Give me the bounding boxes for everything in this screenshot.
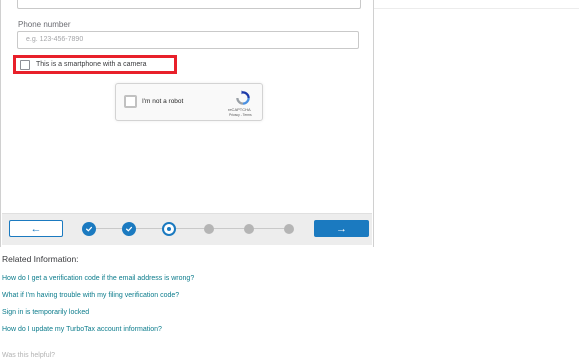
previous-field[interactable] <box>17 0 361 9</box>
recaptcha-label: I'm not a robot <box>142 98 184 105</box>
wizard-navigation: ← → <box>2 213 372 245</box>
recaptcha-brand: reCAPTCHA <box>228 107 251 112</box>
smartphone-checkbox-row[interactable]: This is a smartphone with a camera <box>13 55 177 74</box>
arrow-left-icon: ← <box>30 222 42 235</box>
step-1-complete <box>82 222 96 236</box>
related-link-wrong-email[interactable]: How do I get a verification code if the … <box>2 275 194 282</box>
step-4-pending <box>204 224 214 234</box>
related-link-sign-in-locked[interactable]: Sign in is temporarily locked <box>2 309 89 316</box>
step-6-pending <box>284 224 294 234</box>
arrow-right-icon: → <box>336 222 347 235</box>
step-3-current <box>162 222 176 236</box>
recaptcha-widget: I'm not a robot reCAPTCHA Privacy - Term… <box>115 83 263 121</box>
phone-input[interactable] <box>17 31 359 49</box>
recaptcha-checkbox[interactable] <box>124 95 137 108</box>
related-information-heading: Related Information: <box>2 254 79 264</box>
step-2-complete <box>122 222 136 236</box>
next-button[interactable]: → <box>314 220 369 237</box>
back-button[interactable]: ← <box>9 220 63 237</box>
recaptcha-terms-link[interactable]: Privacy - Terms <box>229 113 252 117</box>
verification-card: Phone number This is a smartphone with a… <box>0 0 374 247</box>
was-this-helpful-text: Was this helpful? <box>2 352 56 359</box>
progress-line <box>89 228 287 229</box>
progress-steps <box>82 222 298 236</box>
related-link-verification-trouble[interactable]: What if I'm having trouble with my filin… <box>2 292 179 299</box>
checkmark-icon <box>125 226 133 232</box>
step-5-pending <box>244 224 254 234</box>
recaptcha-logo-icon <box>236 90 250 105</box>
checkmark-icon <box>85 226 93 232</box>
related-link-update-account[interactable]: How do I update my TurboTax account info… <box>2 326 162 333</box>
smartphone-checkbox-label: This is a smartphone with a camera <box>36 61 147 68</box>
phone-label: Phone number <box>18 20 71 29</box>
smartphone-checkbox[interactable] <box>20 59 30 70</box>
page-divider <box>372 0 579 9</box>
